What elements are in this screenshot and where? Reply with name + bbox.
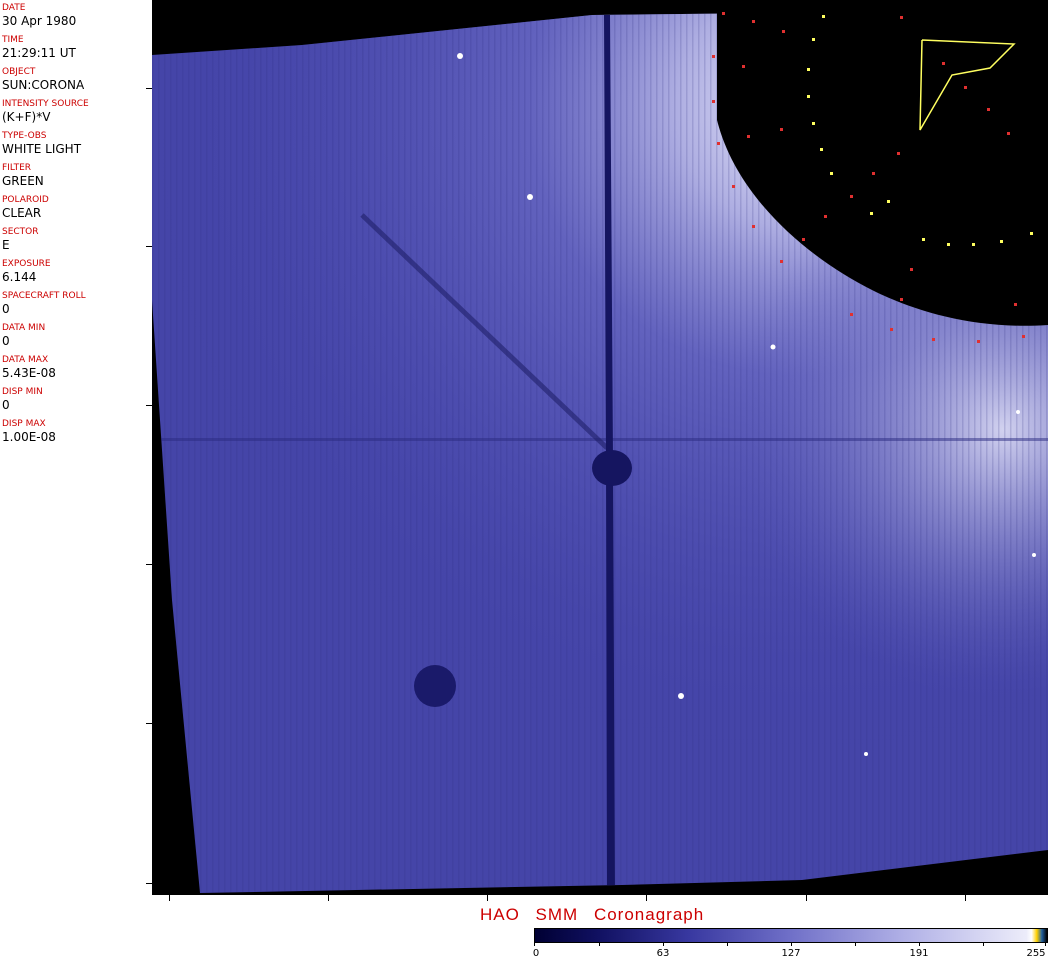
field-label: DISP MIN	[2, 387, 43, 397]
field-value: GREEN	[2, 174, 44, 188]
field-disp-max: DISP MAX 1.00E-08	[2, 419, 56, 444]
field-value: 30 Apr 1980	[2, 14, 77, 28]
field-value: 1.00E-08	[2, 430, 56, 444]
field-label: EXPOSURE	[2, 259, 51, 269]
colorbar-tick	[919, 942, 920, 946]
field-label: OBJECT	[2, 67, 36, 77]
field-data-min: DATA MIN 0	[2, 323, 45, 348]
x-tick	[169, 895, 170, 901]
colorbar-tick	[663, 942, 664, 946]
colorbar	[534, 928, 1048, 943]
dust-spot	[414, 665, 456, 707]
field-label: TYPE-OBS	[2, 131, 47, 141]
x-tick	[646, 895, 647, 901]
field-value: 0	[2, 302, 10, 316]
field-label: SPACECRAFT ROLL	[2, 291, 86, 301]
field-type-obs: TYPE-OBS WHITE LIGHT	[2, 131, 81, 156]
x-tick	[328, 895, 329, 901]
field-filter: FILTER GREEN	[2, 163, 44, 188]
colorbar-label-127: 127	[781, 948, 801, 959]
field-value: (K+F)*V	[2, 110, 51, 124]
colorbar-tick	[791, 942, 792, 946]
field-exposure: EXPOSURE 6.144	[2, 259, 51, 284]
field-spacecraft-roll: SPACECRAFT ROLL 0	[2, 291, 86, 316]
field-label: DATA MAX	[2, 355, 49, 365]
field-label: TIME	[2, 35, 24, 45]
field-value: 0	[2, 398, 10, 412]
field-label: FILTER	[2, 163, 32, 173]
field-value: 6.144	[2, 270, 37, 284]
field-disp-min: DISP MIN 0	[2, 387, 43, 412]
colorbar-tick	[855, 942, 856, 946]
field-time: TIME 21:29:11 UT	[2, 35, 76, 60]
colorbar-tick	[983, 942, 984, 946]
instrument-caption: HAO SMM Coronagraph	[480, 905, 705, 924]
coronagraph-image	[152, 0, 1048, 895]
colorbar-label-0: 0	[532, 948, 540, 959]
field-label: DISP MAX	[2, 419, 46, 429]
field-polaroid: POLAROID CLEAR	[2, 195, 49, 220]
field-intensity-source: INTENSITY SOURCE (K+F)*V	[2, 99, 89, 124]
field-data-max: DATA MAX 5.43E-08	[2, 355, 56, 380]
field-value: 5.43E-08	[2, 366, 56, 380]
occulter-disk	[592, 450, 632, 486]
field-label: INTENSITY SOURCE	[2, 99, 89, 109]
field-label: SECTOR	[2, 227, 39, 237]
colorbar-label-255: 255	[1026, 948, 1046, 959]
field-value: 0	[2, 334, 10, 348]
x-tick	[487, 895, 488, 901]
colorbar-label-63: 63	[656, 948, 670, 959]
field-object: OBJECT SUN:CORONA	[2, 67, 84, 92]
field-value: WHITE LIGHT	[2, 142, 82, 156]
field-date: DATE 30 Apr 1980	[2, 3, 76, 28]
colorbar-tick	[534, 942, 535, 946]
x-tick	[965, 895, 966, 901]
field-sector: SECTOR E	[2, 227, 39, 252]
field-label: POLAROID	[2, 195, 49, 205]
field-value: E	[2, 238, 10, 252]
x-tick	[806, 895, 807, 901]
colorbar-label-191: 191	[909, 948, 929, 959]
field-label: DATE	[2, 3, 26, 13]
field-value: SUN:CORONA	[2, 78, 85, 92]
colorbar-tick	[599, 942, 600, 946]
field-label: DATA MIN	[2, 323, 46, 333]
field-value: 21:29:11 UT	[2, 46, 76, 60]
colorbar-tick	[1045, 942, 1046, 946]
metadata-sidebar: DATE 30 Apr 1980 TIME 21:29:11 UT OBJECT…	[0, 0, 153, 895]
field-value: CLEAR	[2, 206, 42, 220]
coronagraph-svg	[152, 0, 1048, 895]
colorbar-tick	[727, 942, 728, 946]
